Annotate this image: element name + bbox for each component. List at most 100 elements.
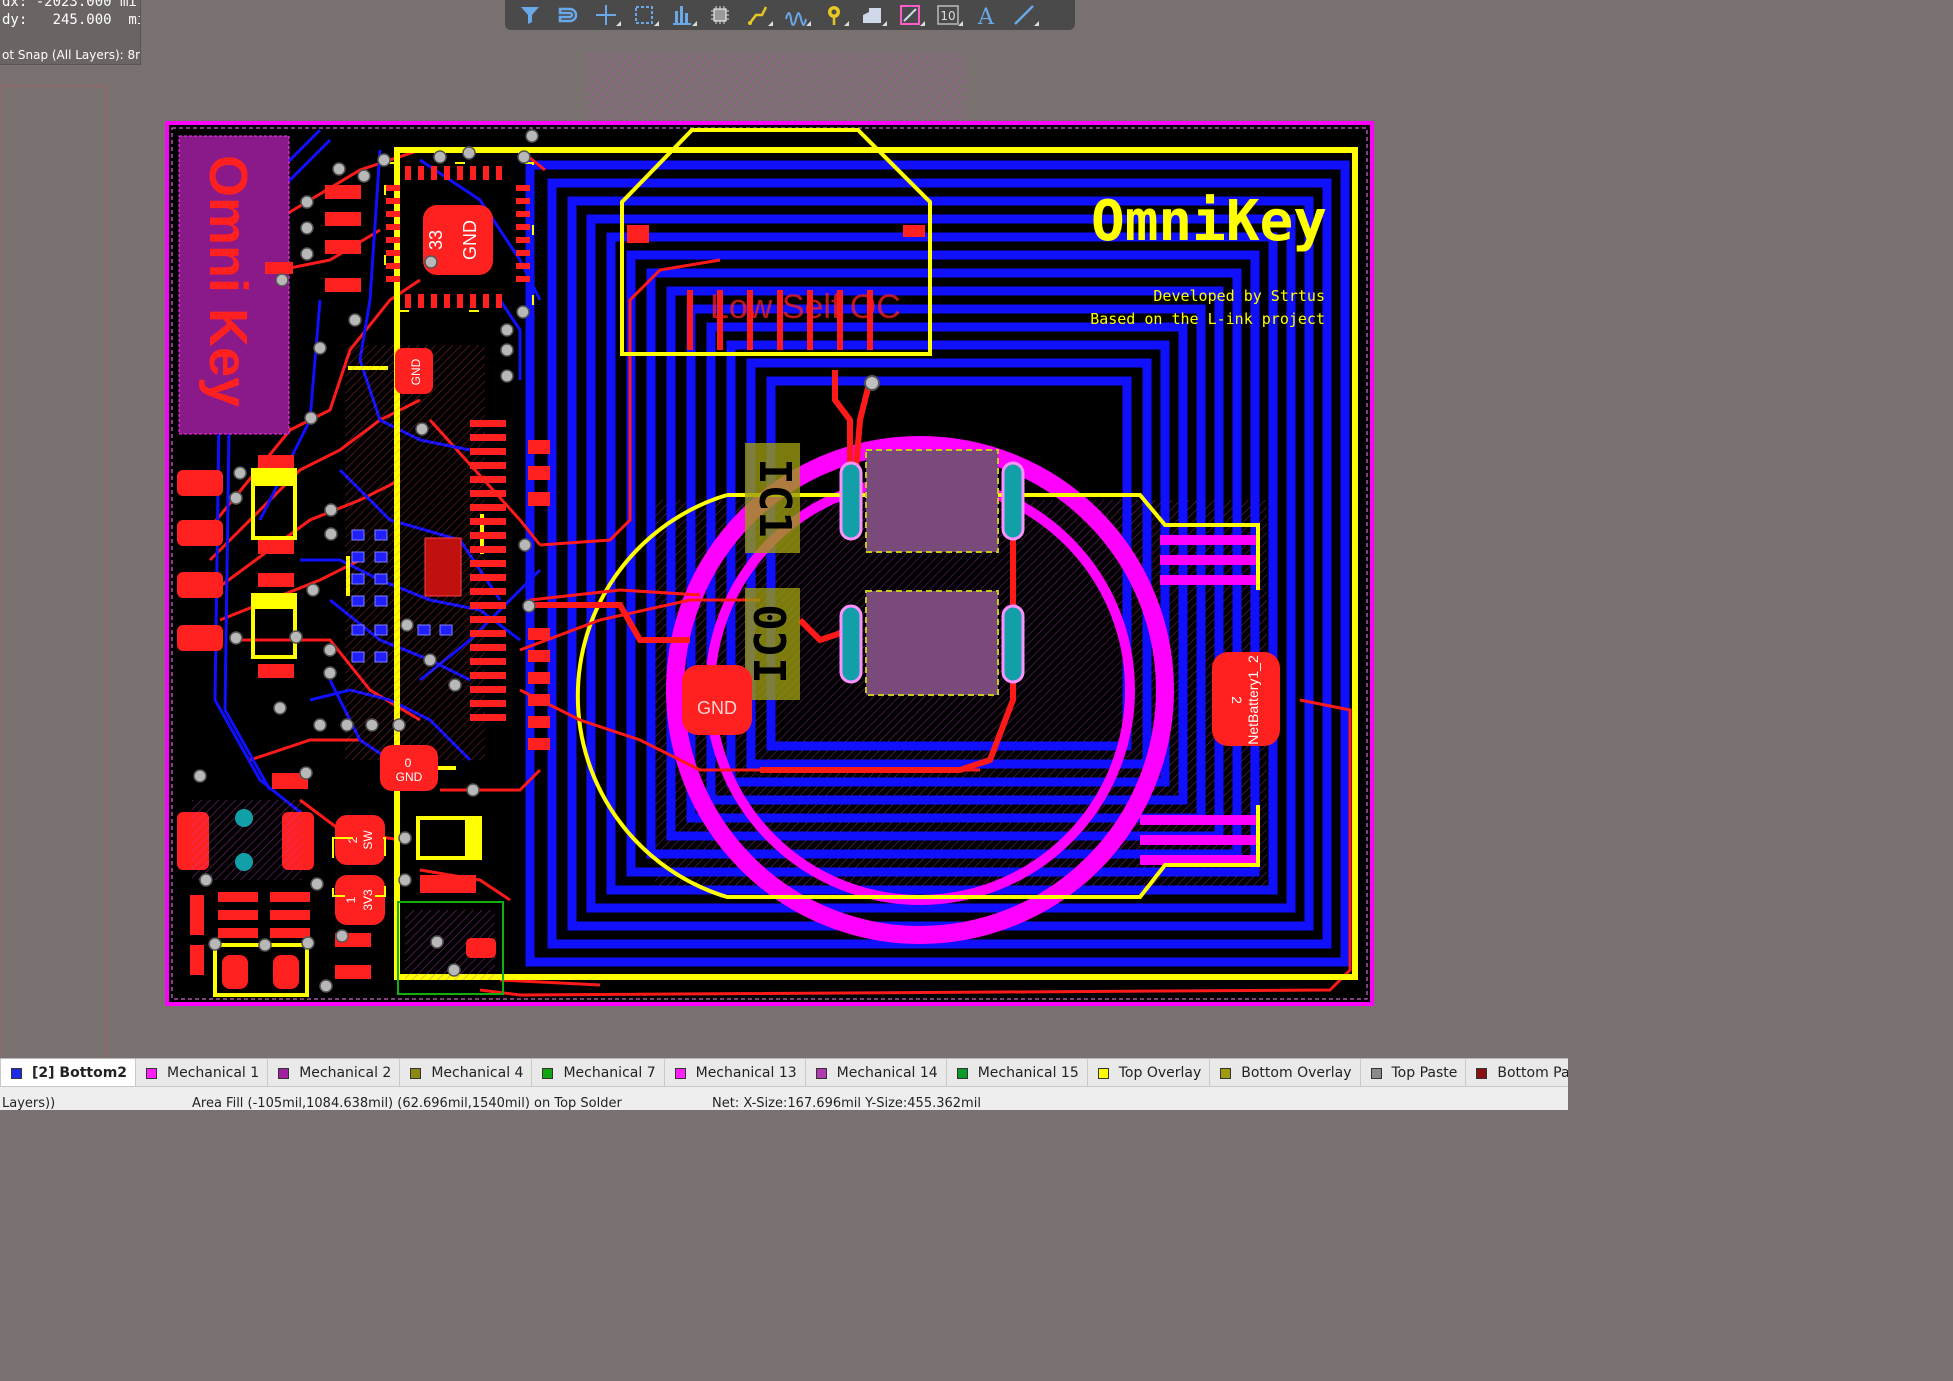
via[interactable] — [289, 630, 303, 644]
layer-tab[interactable]: Mechanical 14 — [806, 1059, 947, 1087]
connector-pins[interactable] — [687, 290, 873, 350]
align-button[interactable] — [663, 1, 701, 29]
sw-pad[interactable] — [335, 815, 385, 865]
small-ic-hatch[interactable] — [424, 537, 462, 597]
via[interactable] — [415, 422, 429, 436]
button-hole-2[interactable] — [235, 853, 253, 871]
v3-pad[interactable] — [335, 875, 385, 925]
connector-via[interactable] — [864, 375, 880, 391]
via[interactable] — [500, 343, 514, 357]
usb-pad-1[interactable] — [222, 955, 248, 989]
ic1-body[interactable] — [865, 449, 999, 553]
layer-tab[interactable]: Mechanical 13 — [665, 1059, 806, 1087]
via[interactable] — [273, 701, 287, 715]
via[interactable] — [313, 718, 327, 732]
via[interactable] — [357, 169, 371, 183]
layer-swatch — [1220, 1067, 1232, 1079]
via[interactable] — [462, 146, 476, 160]
usb-pad-2[interactable] — [273, 955, 299, 989]
layer-tab[interactable]: Top Paste — [1361, 1059, 1467, 1087]
via[interactable] — [324, 527, 338, 541]
via[interactable] — [518, 538, 532, 552]
layer-tab[interactable]: [2] Bottom2 — [1, 1059, 137, 1087]
via[interactable] — [398, 831, 412, 845]
via[interactable] — [332, 162, 346, 176]
via-button[interactable] — [815, 1, 853, 29]
via[interactable] — [516, 305, 530, 319]
pcb-canvas[interactable]: Low Self OC Omni Key OmniKey Developed b… — [0, 0, 1568, 1058]
via[interactable] — [299, 766, 313, 780]
via[interactable] — [193, 769, 207, 783]
via[interactable] — [199, 873, 213, 887]
component-button[interactable] — [701, 1, 739, 29]
via[interactable] — [300, 195, 314, 209]
measure-button[interactable] — [891, 1, 929, 29]
via[interactable] — [392, 718, 406, 732]
via[interactable] — [229, 491, 243, 505]
via[interactable] — [500, 369, 514, 383]
ic1-pad-left[interactable] — [839, 461, 863, 541]
snap-button[interactable] — [549, 1, 587, 29]
button-hole-1[interactable] — [235, 809, 253, 827]
text-button[interactable]: A — [967, 1, 1005, 29]
via[interactable] — [398, 873, 412, 887]
via[interactable] — [313, 341, 327, 355]
polygon-pour-button[interactable] — [853, 1, 891, 29]
via[interactable] — [365, 718, 379, 732]
via[interactable] — [430, 935, 444, 949]
via[interactable] — [306, 583, 320, 597]
via[interactable] — [300, 221, 314, 235]
layer-tab[interactable]: Mechanical 7 — [532, 1059, 665, 1087]
select-box-button[interactable] — [625, 1, 663, 29]
line-button[interactable] — [1005, 1, 1043, 29]
ic0-pad-left[interactable] — [839, 604, 863, 684]
ic0-body[interactable] — [865, 590, 999, 696]
via[interactable] — [258, 938, 272, 952]
layer-tab[interactable]: Mechanical 1 — [136, 1059, 269, 1087]
interactive-length-button[interactable] — [777, 1, 815, 29]
route-button[interactable] — [739, 1, 777, 29]
via[interactable] — [447, 963, 461, 977]
via[interactable] — [300, 247, 314, 261]
layer-tab[interactable]: Top Overlay — [1088, 1059, 1211, 1087]
via[interactable] — [348, 313, 362, 327]
regulator-pad[interactable] — [466, 938, 496, 958]
dimension-button[interactable]: 10 — [929, 1, 967, 29]
via[interactable] — [335, 929, 349, 943]
connector-pad-left[interactable] — [627, 225, 649, 243]
via[interactable] — [517, 150, 531, 164]
via[interactable] — [424, 255, 438, 269]
via[interactable] — [323, 666, 337, 680]
layer-tab[interactable]: Bottom Paste — [1466, 1059, 1568, 1087]
via[interactable] — [340, 718, 354, 732]
via[interactable] — [423, 653, 437, 667]
via[interactable] — [466, 783, 480, 797]
via[interactable] — [400, 618, 414, 632]
via[interactable] — [377, 153, 391, 167]
via[interactable] — [233, 466, 247, 480]
crosshair-button[interactable] — [587, 1, 625, 29]
via[interactable] — [324, 503, 338, 517]
layer-tab[interactable]: Bottom Overlay — [1210, 1059, 1361, 1087]
via[interactable] — [275, 273, 289, 287]
connector-pad-right[interactable] — [903, 225, 925, 237]
layer-tab[interactable]: Mechanical 4 — [400, 1059, 533, 1087]
via[interactable] — [229, 631, 243, 645]
via[interactable] — [522, 599, 536, 613]
via[interactable] — [323, 643, 337, 657]
ic1-pad-right[interactable] — [1001, 461, 1025, 541]
mcu-pad-net: GND — [460, 220, 480, 260]
via[interactable] — [208, 937, 222, 951]
via[interactable] — [304, 411, 318, 425]
via[interactable] — [525, 129, 539, 143]
via[interactable] — [500, 323, 514, 337]
filter-button[interactable] — [511, 1, 549, 29]
via[interactable] — [448, 678, 462, 692]
ic0-pad-right[interactable] — [1001, 604, 1025, 684]
layer-tab[interactable]: Mechanical 2 — [268, 1059, 401, 1087]
via[interactable] — [301, 936, 315, 950]
layer-tab[interactable]: Mechanical 15 — [947, 1059, 1088, 1087]
via[interactable] — [319, 979, 333, 993]
via[interactable] — [310, 877, 324, 891]
via[interactable] — [433, 150, 447, 164]
